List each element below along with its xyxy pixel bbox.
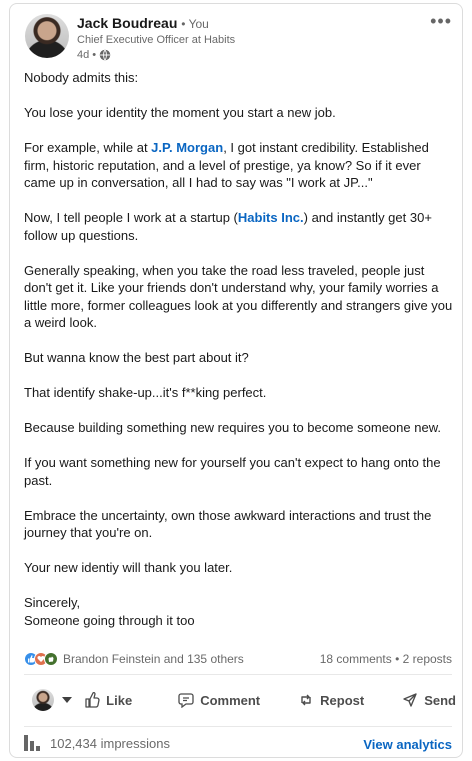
signoff-line: Sincerely, (24, 595, 81, 610)
post-body: Nobody admits this: You lose your identi… (24, 69, 454, 629)
author-headline: Chief Executive Officer at Habits (77, 34, 236, 46)
reactors-link[interactable]: Brandon Feinstein and 135 others (63, 652, 244, 666)
post-paragraph: Your new identiy will thank you later. (24, 560, 233, 575)
reaction-identity-selector[interactable] (20, 689, 82, 711)
post-paragraph: If you want something new for yourself y… (24, 455, 441, 488)
repost-icon (301, 694, 311, 706)
analytics-bars-icon (24, 735, 42, 751)
comment-icon (178, 693, 194, 708)
post-meta: 4d • (77, 49, 111, 61)
post-signoff: Sincerely, Someone going through it too (24, 594, 454, 629)
post-card: Jack Boudreau • You Chief Executive Offi… (9, 3, 463, 758)
actor-avatar (32, 689, 54, 711)
social-counts: Brandon Feinstein and 135 others 18 comm… (24, 651, 452, 669)
you-badge: • You (181, 17, 209, 31)
repost-label: Repost (320, 692, 365, 708)
post-paragraph: You lose your identity the moment you st… (24, 105, 336, 120)
paragraph-text: For example, while at (24, 140, 152, 155)
impressions-count: 102,434 impressions (50, 735, 170, 751)
counts-separator: • (391, 652, 403, 666)
send-icon (403, 693, 417, 707)
author-avatar[interactable] (25, 14, 69, 58)
post-timestamp: 4d • (77, 49, 97, 61)
comment-label: Comment (200, 692, 261, 708)
post-paragraph: Embrace the uncertainty, own those awkwa… (24, 507, 432, 541)
signoff-line: Someone going through it too (24, 612, 195, 628)
comments-count-link[interactable]: 18 comments (320, 652, 392, 666)
paragraph-text: Now, I tell people I work at a startup ( (24, 210, 238, 225)
post-paragraph: But wanna know the best part about it? (24, 350, 249, 365)
post-paragraph: For example, while at J.P. Morgan, I got… (24, 139, 454, 192)
divider (24, 674, 452, 675)
post-paragraph: Nobody admits this: (24, 70, 139, 85)
like-button[interactable]: Like (84, 680, 132, 720)
reaction-icons[interactable] (24, 652, 60, 666)
author-name-row: Jack Boudreau • You (77, 15, 209, 31)
like-label: Like (106, 692, 133, 708)
post-footer: 102,434 impressions View analytics (24, 731, 452, 755)
thumbs-up-icon (85, 692, 100, 708)
mention-link-habits[interactable]: Habits Inc. (238, 210, 304, 225)
impressions: 102,434 impressions (24, 735, 170, 751)
celebrate-reaction-icon (44, 652, 58, 666)
author-name[interactable]: Jack Boudreau (77, 15, 177, 31)
reposts-count-link[interactable]: 2 reposts (403, 652, 452, 666)
caret-down-icon (62, 697, 72, 703)
repost-button[interactable]: Repost (298, 680, 364, 720)
send-label: Send (424, 692, 456, 708)
post-paragraph: Now, I tell people I work at a startup (… (24, 209, 454, 244)
comment-button[interactable]: Comment (178, 680, 260, 720)
post-paragraph: Because building something new requires … (24, 420, 441, 435)
mention-link-jpmorgan[interactable]: J.P. Morgan (151, 140, 223, 155)
send-button[interactable]: Send (402, 680, 456, 720)
post-paragraph: Generally speaking, when you take the ro… (24, 262, 453, 331)
divider (24, 726, 452, 727)
view-analytics-link[interactable]: View analytics (363, 737, 452, 752)
engagement-counts: 18 comments • 2 reposts (320, 652, 452, 666)
post-header: Jack Boudreau • You Chief Executive Offi… (25, 12, 452, 64)
globe-icon (99, 49, 111, 61)
more-options-icon[interactable]: ••• (430, 12, 452, 30)
action-bar: Like Comment Repost Send (20, 680, 456, 720)
post-paragraph: That identify shake-up...it's f**king pe… (24, 385, 267, 400)
